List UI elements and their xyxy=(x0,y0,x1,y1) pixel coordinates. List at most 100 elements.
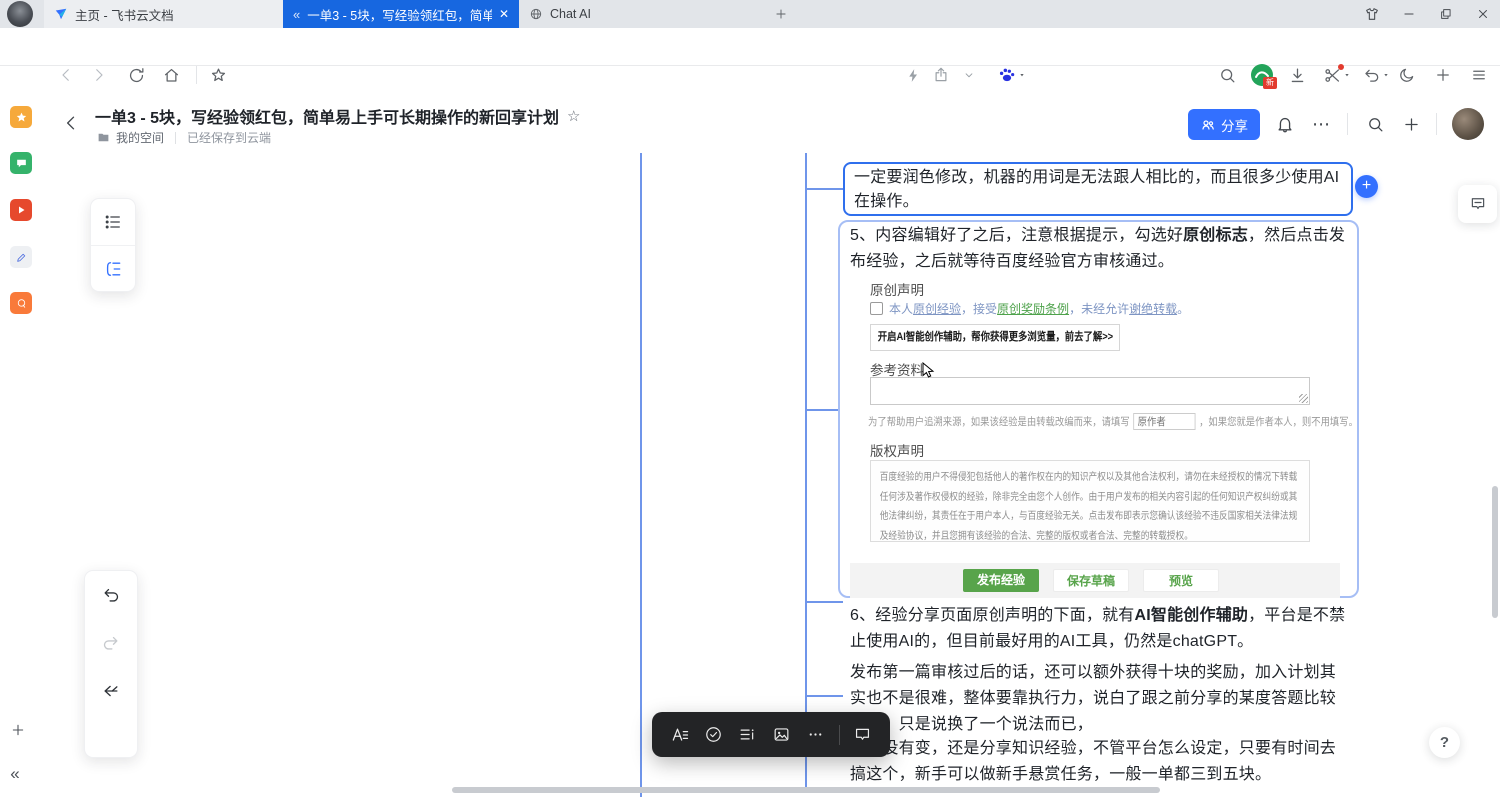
bookmark-star-button[interactable] xyxy=(206,63,230,87)
notifications-button[interactable] xyxy=(1272,111,1298,137)
save-draft-button[interactable]: 保存草稿 xyxy=(1053,569,1129,592)
share-button[interactable]: 分享 xyxy=(1188,109,1260,140)
preview-button[interactable]: 预览 xyxy=(1143,569,1219,592)
share-page-button[interactable] xyxy=(929,63,953,87)
favorite-star-icon[interactable]: ☆ xyxy=(567,107,580,125)
item6-text: 6、经验分享页面原创声明的下面，就有 xyxy=(850,607,1135,624)
ai-assist-button[interactable]: 开启AI智能创作辅助，帮你获得更多浏览量，前去了解>> xyxy=(870,324,1120,351)
dock-media-icon[interactable] xyxy=(10,199,32,221)
vertical-scrollbar[interactable] xyxy=(1492,486,1498,618)
tab-collapse-icon[interactable]: « xyxy=(293,7,300,22)
embedded-screenshot-baidu-form[interactable]: 原创声明 本人原创经验，接受原创奖励条例，未经允许谢绝转载。 开启AI智能创作辅… xyxy=(850,272,1340,598)
image-icon xyxy=(772,725,791,744)
feishu-favicon xyxy=(54,7,68,21)
toolbar-divider xyxy=(196,66,197,84)
dark-mode-button[interactable] xyxy=(1395,63,1419,87)
reload-button[interactable] xyxy=(124,63,148,87)
corner-add-button[interactable] xyxy=(8,720,28,740)
form-footer: 发布经验 保存草稿 预览 xyxy=(850,563,1340,598)
baidu-extension-button[interactable] xyxy=(993,63,1029,87)
dock-chat-icon[interactable] xyxy=(10,152,32,174)
publish-button[interactable]: 发布经验 xyxy=(963,569,1039,592)
home-button[interactable] xyxy=(159,63,183,87)
block-connector xyxy=(806,601,843,603)
insert-image-button[interactable] xyxy=(768,721,796,749)
outline-toc-button[interactable] xyxy=(91,246,135,292)
reference-textarea[interactable] xyxy=(870,377,1310,405)
theme-shirt-button[interactable] xyxy=(1363,5,1381,23)
add-block-button[interactable]: + xyxy=(1355,175,1378,198)
comment-button[interactable] xyxy=(849,721,877,749)
tab-current-doc[interactable]: « 一单3 - 5块，写经验领红包，简单易 ✕ xyxy=(283,0,519,28)
undo-history-button[interactable] xyxy=(1359,63,1393,87)
reward-rules-link[interactable]: 原创奖励条例 xyxy=(997,302,1069,316)
more-menu-button[interactable]: ⋯ xyxy=(1308,111,1334,137)
circle-check-icon xyxy=(704,725,723,744)
todo-check-button[interactable] xyxy=(700,721,728,749)
dock-star-icon[interactable] xyxy=(10,106,32,128)
screenshot-button[interactable] xyxy=(1320,63,1354,87)
corner-collapse-button[interactable]: « xyxy=(4,762,26,786)
toolbar-expand-button[interactable] xyxy=(957,63,981,87)
redo-button[interactable] xyxy=(97,629,125,657)
back-button[interactable] xyxy=(54,63,78,87)
create-new-button[interactable] xyxy=(1398,111,1424,137)
callout-block[interactable]: 一定要润色修改，机器的用词是无法跟人相比的，而且很多少使用AI在操作。 xyxy=(843,162,1353,216)
doc-back-button[interactable] xyxy=(58,110,84,136)
list-item-5[interactable]: 5、内容编辑好了之后，注意根据提示，勾选好原创标志，然后点击发布经验，之后就等待… xyxy=(850,223,1350,275)
block-connector xyxy=(806,409,838,411)
new-tab-button[interactable] xyxy=(771,4,791,24)
fit-width-button[interactable] xyxy=(97,677,125,705)
plus-icon xyxy=(1434,66,1452,84)
help-button[interactable]: ? xyxy=(1429,727,1460,758)
save-status: 已经保存到云端 xyxy=(187,129,271,146)
forward-button[interactable] xyxy=(87,63,111,87)
browser-window: 主页 - 飞书云文档 « 一单3 - 5块，写经验领红包，简单易 ✕ Chat … xyxy=(0,0,1500,797)
restore-button[interactable] xyxy=(1437,5,1455,23)
profile-avatar[interactable] xyxy=(7,1,33,27)
original-checkbox-row: 本人原创经验，接受原创奖励条例，未经允许谢绝转载。 xyxy=(870,300,1189,317)
download-button[interactable] xyxy=(1285,63,1309,87)
original-checkbox[interactable] xyxy=(870,302,883,315)
original-experience-link[interactable]: 原创经验 xyxy=(913,302,961,316)
outline-icon xyxy=(103,259,123,279)
caret-down-icon xyxy=(1018,71,1026,79)
note-text: ，如果您就是作者本人，则不用填写。 xyxy=(1199,414,1358,429)
redo-icon xyxy=(101,633,121,653)
minimize-button[interactable] xyxy=(1400,5,1418,23)
space-name[interactable]: 我的空间 xyxy=(116,129,164,146)
undo-icon xyxy=(1362,66,1381,85)
flash-mode-button[interactable] xyxy=(901,63,925,87)
tab-chat-ai[interactable]: Chat AI xyxy=(519,0,759,28)
no-repost-link[interactable]: 谢绝转载 xyxy=(1129,302,1177,316)
menu-button[interactable] xyxy=(1467,63,1491,87)
original-declaration-heading: 原创声明 xyxy=(870,279,924,299)
text-style-button[interactable] xyxy=(666,721,694,749)
dock-pen-icon[interactable] xyxy=(10,246,32,268)
tab-feishu-home[interactable]: 主页 - 飞书云文档 xyxy=(44,0,283,28)
block-structure-line xyxy=(640,153,642,797)
resize-grip[interactable] xyxy=(1299,394,1308,403)
original-author-input[interactable] xyxy=(1133,413,1195,430)
list-format-button[interactable] xyxy=(734,721,762,749)
user-avatar[interactable] xyxy=(1452,108,1484,140)
doc-search-button[interactable] xyxy=(1362,111,1388,137)
comments-panel-button[interactable] xyxy=(1458,185,1497,223)
undo-button[interactable] xyxy=(97,581,125,609)
tab-close-icon[interactable]: ✕ xyxy=(499,7,509,21)
horizontal-scrollbar[interactable] xyxy=(452,787,1160,793)
tab-title: Chat AI xyxy=(550,7,749,21)
toolbar-search-button[interactable] xyxy=(1215,63,1239,87)
more-format-button[interactable] xyxy=(802,721,830,749)
add-button[interactable] xyxy=(1431,63,1455,87)
list-item-6[interactable]: 6、经验分享页面原创声明的下面，就有AI智能创作辅助，平台是不禁止使用AI的，但… xyxy=(850,603,1350,655)
extension-green-button[interactable]: 新 xyxy=(1250,63,1274,87)
paragraph-7[interactable]: 发布第一篇审核过后的话，还可以额外获得十块的奖励，加入计划其实也不是很难，整体要… xyxy=(850,660,1350,738)
close-window-button[interactable] xyxy=(1474,5,1492,23)
doc-title-text: 一单3 - 5块，写经验领红包，简单易上手可长期操作的新回享计划 xyxy=(95,104,559,128)
paragraph-8[interactable]: 核心没有变，还是分享知识经验，不管平台怎么设定，只要有时间去搞这个，新手可以做新… xyxy=(850,736,1350,788)
caret-down-icon xyxy=(1382,71,1390,79)
dock-app-icon[interactable] xyxy=(10,292,32,314)
question-icon: ? xyxy=(1440,734,1449,751)
bullet-list-button[interactable] xyxy=(91,199,135,246)
